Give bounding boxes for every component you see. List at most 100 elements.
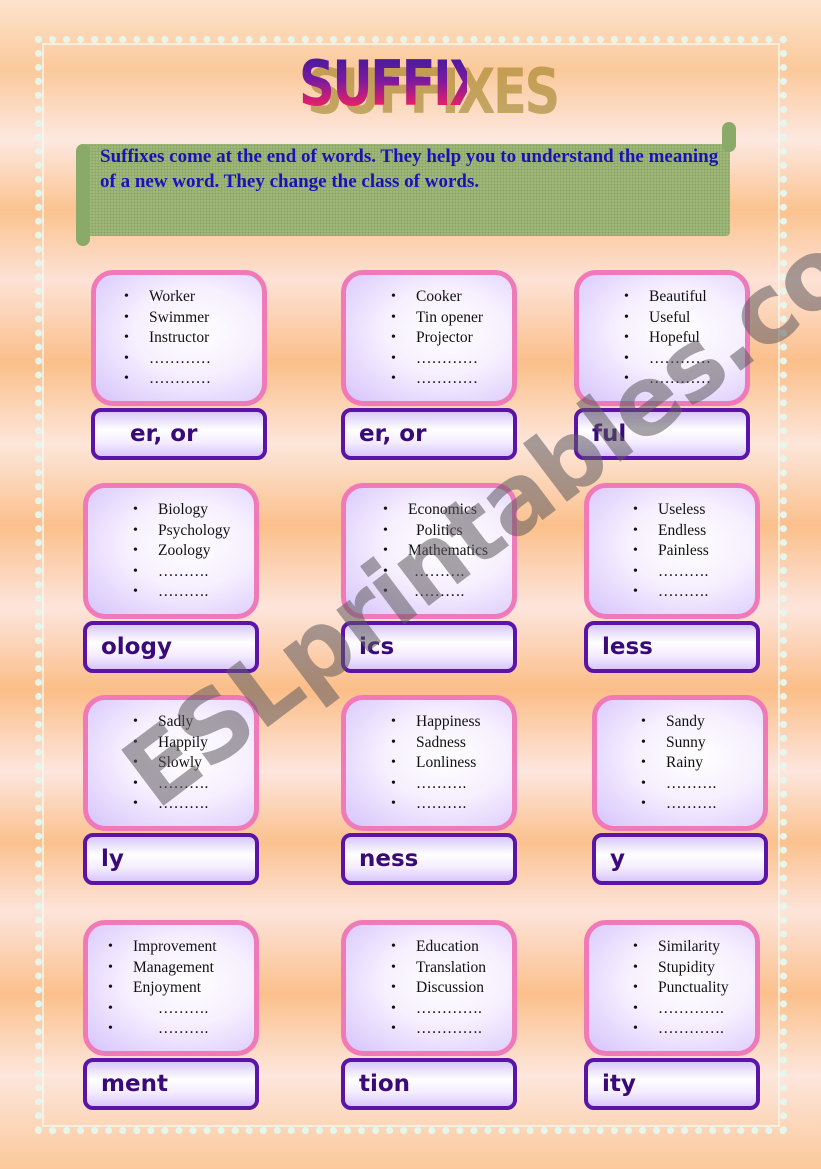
- word-text: Economics: [408, 501, 477, 518]
- word-text: ………….: [416, 1020, 482, 1037]
- blank-line[interactable]: • ……….: [641, 794, 717, 815]
- word-text: ……….: [158, 1020, 209, 1037]
- example-word: • Slowly: [133, 753, 208, 774]
- bullet-icon: •: [383, 502, 388, 517]
- example-word: • Painless: [633, 541, 709, 562]
- blank-line[interactable]: • ……….: [641, 774, 716, 795]
- intro-text: Suffixes come at the end of words. They …: [100, 146, 719, 192]
- bullet-icon: •: [624, 289, 629, 304]
- word-text: …………: [149, 370, 211, 387]
- word-text: ………….: [658, 999, 724, 1017]
- page-title: SUFFIXES SUFFIXES: [299, 44, 560, 128]
- example-word: • Education: [391, 937, 486, 958]
- word-text: Sadly: [158, 713, 194, 730]
- example-word: • Improvement: [108, 937, 217, 958]
- example-word: • Zoology: [133, 541, 230, 562]
- blank-line[interactable]: • ……….: [133, 794, 208, 815]
- word-text: Endless: [658, 521, 707, 539]
- bullet-icon: •: [641, 775, 646, 791]
- blank-line[interactable]: • …………: [391, 369, 483, 390]
- blank-line[interactable]: • …………: [624, 369, 711, 390]
- blank-line[interactable]: • …………: [124, 349, 211, 370]
- blank-line[interactable]: • ……….: [633, 562, 709, 583]
- suffix-label: y: [610, 846, 625, 872]
- bullet-icon: •: [633, 543, 638, 558]
- example-words-box: • Beautiful • Useful • Hopeful • ………… • …………: [574, 270, 750, 406]
- bullet-icon: •: [124, 289, 129, 304]
- suffix-label: ment: [101, 1071, 168, 1097]
- blank-line[interactable]: • ………….: [391, 1019, 486, 1040]
- example-words-list: • Education • Translation • Discussion •…………. •…: [391, 937, 486, 1040]
- word-text: Sadness: [416, 733, 466, 751]
- word-text: Punctuality: [658, 979, 729, 996]
- example-words-list: • Improvement • Management • Enjoyment • ………. • ……: [108, 937, 217, 1040]
- blank-line[interactable]: • …………: [624, 349, 711, 370]
- word-text: Useless: [658, 501, 706, 518]
- blank-line[interactable]: • ……….: [108, 1019, 217, 1040]
- example-words-list: • Sandy • Sunny • Rainy • ………. • ……….: [641, 712, 717, 815]
- bullet-icon: •: [391, 959, 396, 975]
- scroll-curl-right: [722, 122, 736, 152]
- example-words-box: • Happiness • Sadness • Lonliness • ………. • ……….: [341, 695, 517, 831]
- word-text: Education: [416, 938, 479, 955]
- bullet-icon: •: [108, 1000, 113, 1016]
- blank-line[interactable]: • ……….: [391, 774, 481, 795]
- bullet-icon: •: [133, 563, 138, 579]
- blank-line[interactable]: • ……….: [108, 999, 217, 1020]
- blank-line[interactable]: • ………….: [633, 1019, 729, 1040]
- word-text: Zoology: [158, 542, 211, 559]
- suffix-label-box: ology: [83, 621, 259, 673]
- suffix-label-box: ment: [83, 1058, 259, 1110]
- word-text: Politics: [416, 521, 463, 539]
- bullet-icon: •: [624, 350, 629, 366]
- word-text: Happily: [158, 733, 208, 751]
- bullet-icon: •: [391, 755, 396, 770]
- bullet-icon: •: [133, 584, 138, 599]
- example-word: • Psychology: [133, 521, 230, 542]
- blank-line[interactable]: • ………….: [391, 999, 486, 1020]
- blank-line[interactable]: • …………: [391, 349, 483, 370]
- blank-line[interactable]: • ……….: [633, 582, 709, 603]
- word-text: ……….: [658, 562, 709, 580]
- example-words-list: • Happiness • Sadness • Lonliness • ………. • ……….: [391, 712, 481, 815]
- bullet-icon: •: [633, 959, 638, 975]
- blank-line[interactable]: • ………….: [633, 999, 729, 1020]
- example-word: • Swimmer: [124, 308, 211, 329]
- example-words-list: • Beautiful • Useful • Hopeful • ………… • …………: [624, 287, 711, 390]
- example-words-box: • Biology • Psychology • Zoology • ………. • ……….: [83, 483, 259, 619]
- word-text: Sandy: [666, 713, 705, 730]
- word-text: Sunny: [666, 733, 706, 751]
- bullet-icon: •: [383, 522, 388, 538]
- word-text: ……….: [414, 583, 465, 600]
- blank-line[interactable]: • ……….: [383, 582, 488, 603]
- suffix-label-box: ness: [341, 833, 517, 885]
- example-words-box: • Improvement • Management • Enjoyment • ………. • ……: [83, 920, 259, 1056]
- blank-line[interactable]: • ……….: [133, 774, 208, 795]
- bullet-icon: •: [641, 714, 646, 729]
- word-text: ……….: [416, 774, 467, 792]
- word-text: ……….: [666, 795, 717, 812]
- blank-line[interactable]: • …………: [124, 369, 211, 390]
- example-words-list: • Similarity • Stupidity • Punctuality •…………. •…: [633, 937, 729, 1040]
- suffix-label-box: tion: [341, 1058, 517, 1110]
- bullet-icon: •: [641, 734, 646, 750]
- bullet-icon: •: [383, 543, 388, 558]
- blank-line[interactable]: • ……….: [391, 794, 481, 815]
- word-text: Projector: [416, 329, 473, 346]
- suffix-label: er, or: [130, 421, 198, 447]
- bullet-icon: •: [133, 522, 138, 538]
- blank-line[interactable]: • ……….: [133, 582, 230, 603]
- word-text: ……….: [416, 795, 467, 812]
- bullet-icon: •: [391, 371, 396, 386]
- bullet-icon: •: [391, 734, 396, 750]
- bullet-icon: •: [633, 980, 638, 995]
- blank-line[interactable]: • ……….: [383, 562, 488, 583]
- example-words-box: • Cooker • Tin opener • Projector • ………… • …………: [341, 270, 517, 406]
- example-word: • Translation: [391, 958, 486, 979]
- blank-line[interactable]: • ……….: [133, 562, 230, 583]
- bullet-icon: •: [391, 350, 396, 366]
- suffix-label: ful: [592, 421, 627, 447]
- bullet-icon: •: [641, 796, 646, 811]
- example-word: • Worker: [124, 287, 211, 308]
- bullet-icon: •: [133, 714, 138, 729]
